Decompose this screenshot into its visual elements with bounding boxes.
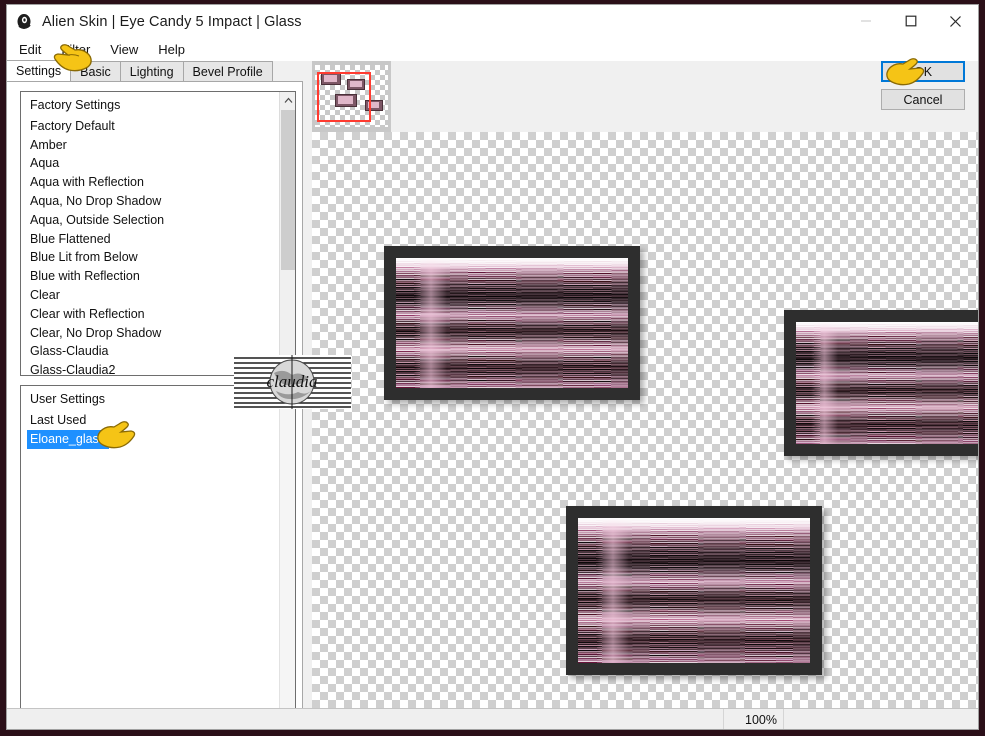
user-settings-list[interactable]: User Settings Last Used Eloane_glass [20,385,296,729]
menu-item-view[interactable]: View [105,40,148,59]
preview-toolbar: Preview Background: None [303,61,978,189]
preset-item[interactable]: Clear [21,286,295,305]
pointer-cursor-ok-button [884,58,926,91]
preset-item[interactable]: Amber [21,136,295,155]
user-preset-last-used[interactable]: Last Used [21,411,295,430]
factory-list-scrollbar[interactable] [279,92,295,375]
cancel-button[interactable]: Cancel [881,89,965,110]
glass-texture [796,322,978,444]
application-frame: Alien Skin | Eye Candy 5 Impact | Glass … [0,0,985,736]
pointer-cursor-eloane-preset [95,420,137,455]
user-list-scrollbar[interactable] [279,386,295,729]
watermark-text: claudia [267,372,318,391]
window-title: Alien Skin | Eye Candy 5 Impact | Glass [42,13,302,30]
glass-texture [396,258,628,388]
preset-item[interactable]: Aqua [21,154,295,173]
menu-bar: Edit Filter View Help [7,38,978,61]
preset-item[interactable]: Blue Lit from Below [21,248,295,267]
glass-preview-3[interactable] [566,506,822,675]
tab-lighting[interactable]: Lighting [119,61,184,81]
navigator-thumbnail[interactable] [312,61,391,132]
menu-item-help[interactable]: Help [153,40,195,59]
factory-settings-items: Factory Settings Factory Default Amber A… [21,92,295,375]
pointer-cursor-filter-menu [52,40,94,79]
scrollbar-thumb[interactable] [281,110,295,270]
maximize-icon[interactable] [888,5,933,37]
factory-settings-list[interactable]: Factory Settings Factory Default Amber A… [20,91,296,376]
minimize-icon[interactable] [843,5,888,37]
preset-item[interactable]: Clear with Reflection [21,305,295,324]
tab-bevel-profile[interactable]: Bevel Profile [182,61,273,81]
window-controls [843,5,978,37]
preset-item[interactable]: Aqua, No Drop Shadow [21,192,295,211]
navigator-viewport-rect[interactable] [317,72,371,122]
menu-item-edit[interactable]: Edit [14,40,51,59]
preview-canvas[interactable] [312,132,978,708]
preview-panel: Preview Background: None [303,61,978,708]
zoom-level-indicator: 100% [724,709,784,729]
preset-item[interactable]: Aqua with Reflection [21,173,295,192]
plugin-window: Alien Skin | Eye Candy 5 Impact | Glass … [6,4,979,730]
close-icon[interactable] [933,5,978,37]
preset-item[interactable]: Blue Flattened [21,230,295,249]
factory-settings-heading: Factory Settings [30,98,121,112]
status-bar: 100% [7,708,978,729]
title-bar: Alien Skin | Eye Candy 5 Impact | Glass [7,5,978,38]
preset-item[interactable]: Factory Default [21,117,295,136]
app-icon [16,13,33,30]
preset-item[interactable]: Aqua, Outside Selection [21,211,295,230]
glass-preview-2[interactable] [784,310,978,456]
glass-texture [578,518,810,663]
chevron-up-icon[interactable] [280,92,295,109]
claudia-watermark: claudia [234,355,351,409]
glass-preview-1[interactable] [384,246,640,400]
preset-item[interactable]: Blue with Reflection [21,267,295,286]
status-message-area [7,709,724,729]
preset-item[interactable]: Clear, No Drop Shadow [21,324,295,343]
